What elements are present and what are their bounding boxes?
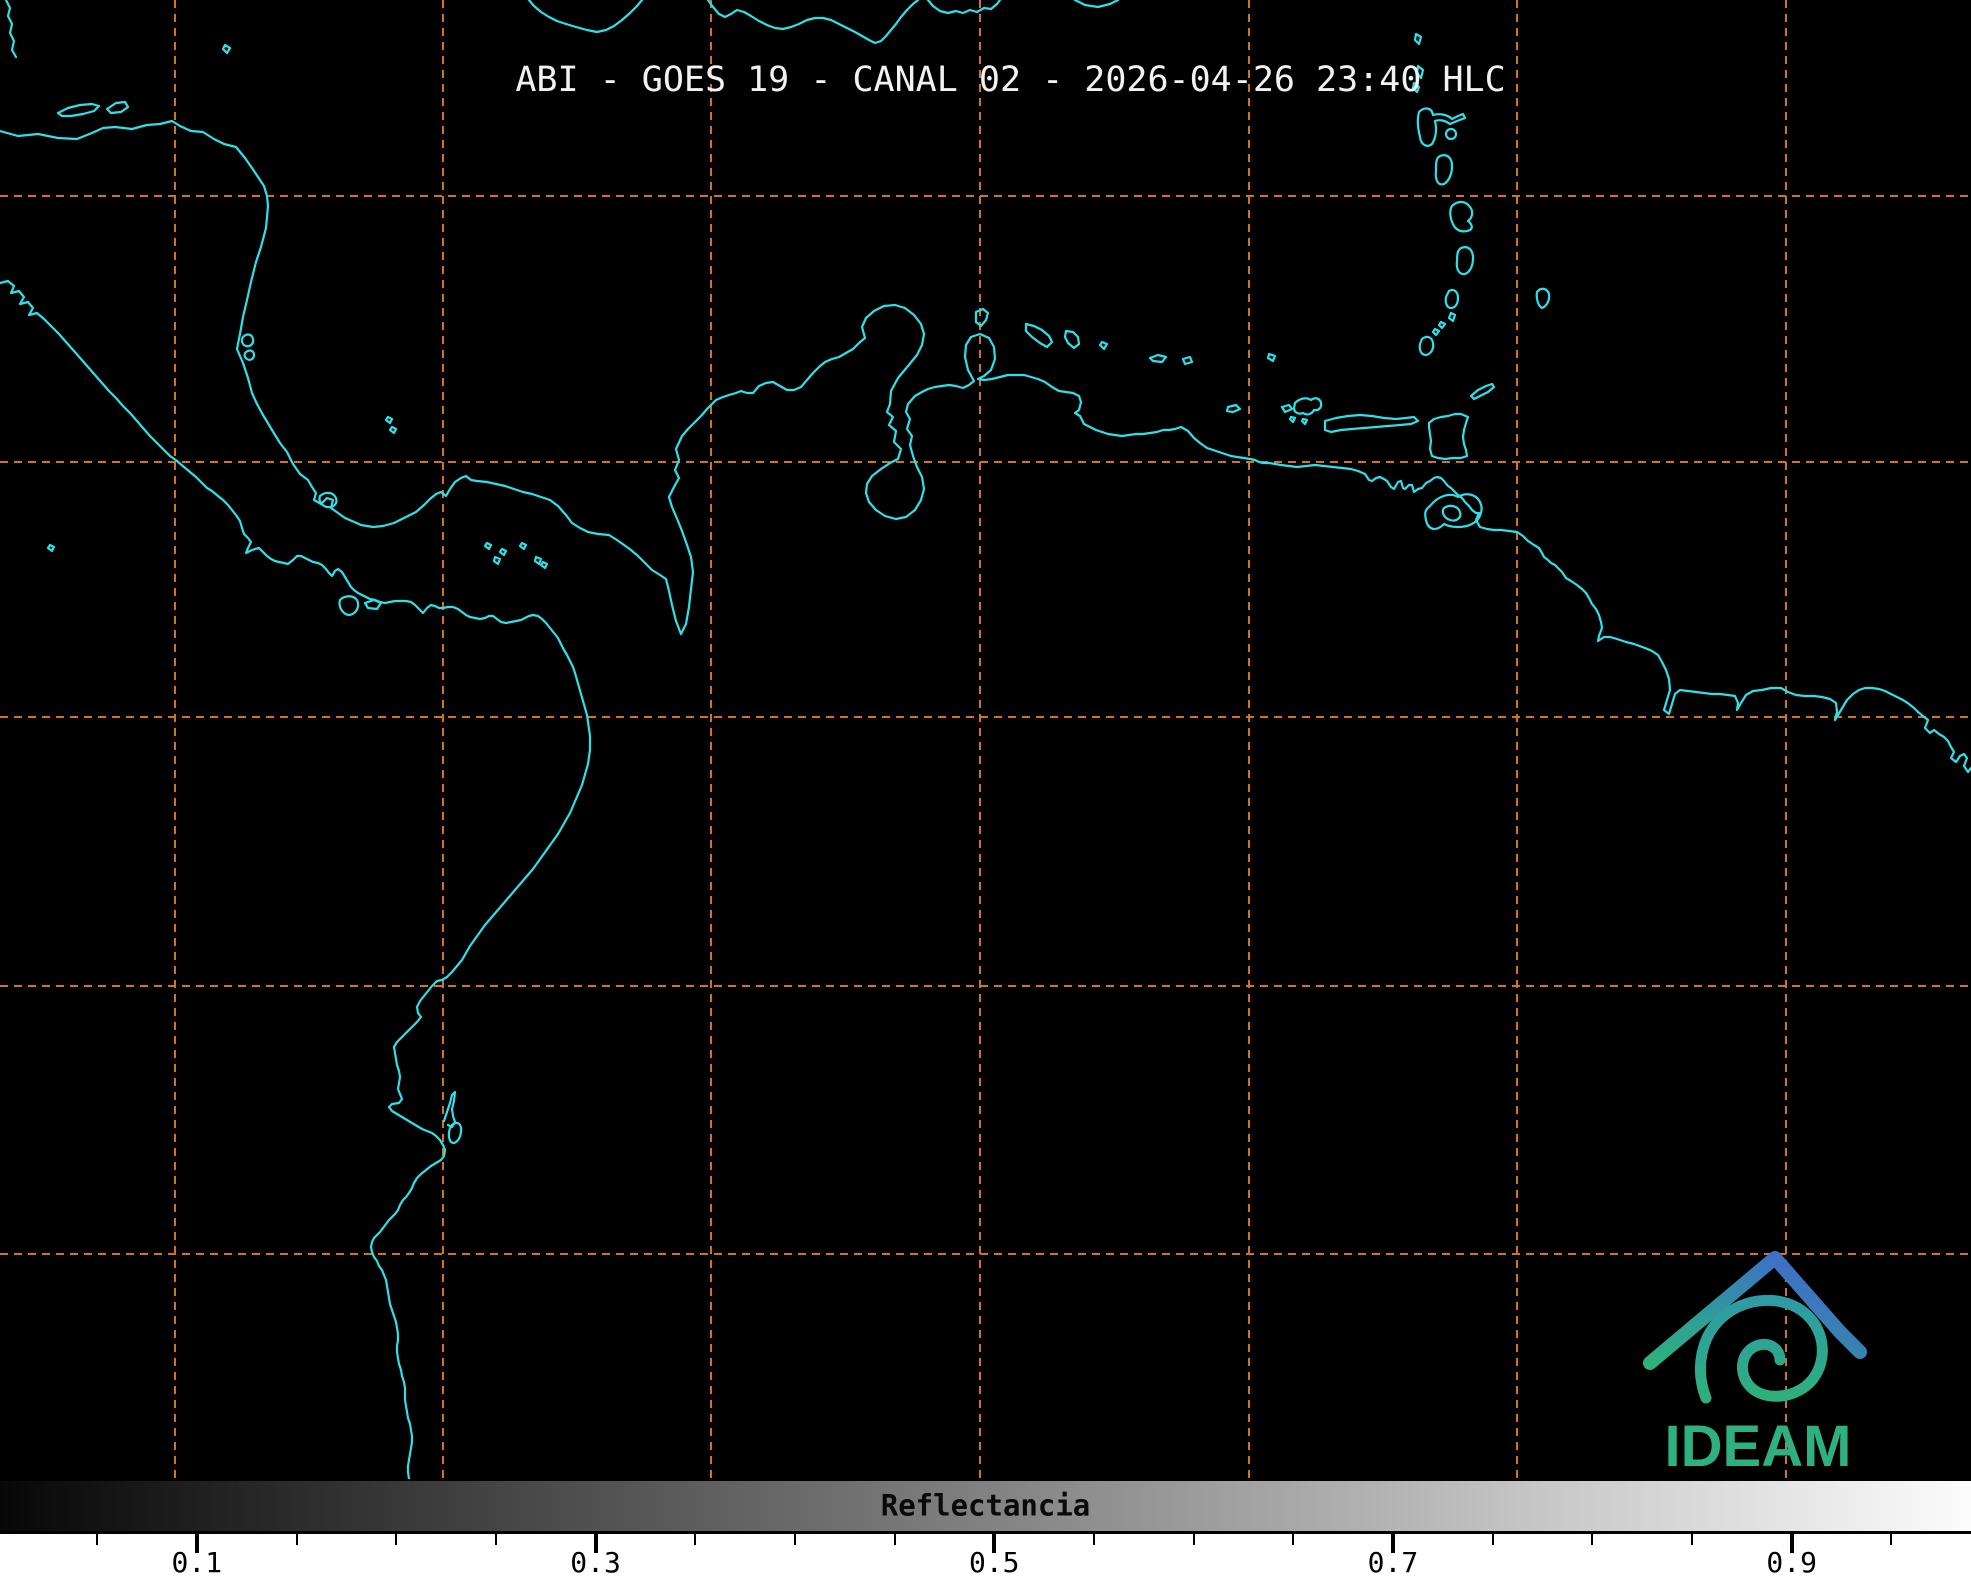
colorbar-minor-tick (296, 1534, 298, 1545)
logo-hurricane-spiral-icon (1700, 1300, 1822, 1398)
colorbar-minor-tick (395, 1534, 397, 1545)
colorbar-tick-label: 0.5 (969, 1546, 1020, 1577)
ideam-logo-text: IDEAM (1665, 1414, 1852, 1478)
colorbar-minor-tick (894, 1534, 896, 1545)
ideam-logo-graphic: IDEAM (1630, 1248, 1890, 1478)
coastline-caribbean-mainland (0, 121, 1971, 772)
colorbar-minor-tick (96, 1534, 98, 1545)
colorbar-minor-tick (1193, 1534, 1195, 1545)
colorbar-tick-label: 0.1 (172, 1546, 223, 1577)
colorbar-minor-tick (495, 1534, 497, 1545)
reflectance-colorbar: Reflectancia (0, 1479, 1971, 1534)
colorbar-label: Reflectancia (0, 1488, 1971, 1522)
image-title: ABI - GOES 19 - CANAL 02 - 2026-04-26 23… (0, 60, 1971, 100)
colorbar-axis: 0.1 0.3 0.5 0.7 0.9 (0, 1534, 1971, 1577)
colorbar-minor-tick (1890, 1534, 1892, 1545)
colorbar-tick-label: 0.9 (1766, 1546, 1817, 1577)
islands-coastlines (6, 0, 1549, 1143)
colorbar-minor-tick (1492, 1534, 1494, 1545)
colorbar-minor-tick (1292, 1534, 1294, 1545)
colorbar-minor-tick (794, 1534, 796, 1545)
coastline-guayaquil-gulf (444, 1092, 455, 1127)
colorbar-minor-tick (1591, 1534, 1593, 1545)
coastline-pacific (0, 281, 590, 1479)
ideam-logo: IDEAM (1630, 1248, 1890, 1478)
colorbar-tick-label: 0.7 (1368, 1546, 1419, 1577)
colorbar-minor-tick (694, 1534, 696, 1545)
satellite-image-viewer: ABI - GOES 19 - CANAL 02 - 2026-04-26 23… (0, 0, 1971, 1577)
colorbar-minor-tick (1691, 1534, 1693, 1545)
colorbar-minor-tick (1093, 1534, 1095, 1545)
colorbar-tick-label: 0.3 (570, 1546, 621, 1577)
